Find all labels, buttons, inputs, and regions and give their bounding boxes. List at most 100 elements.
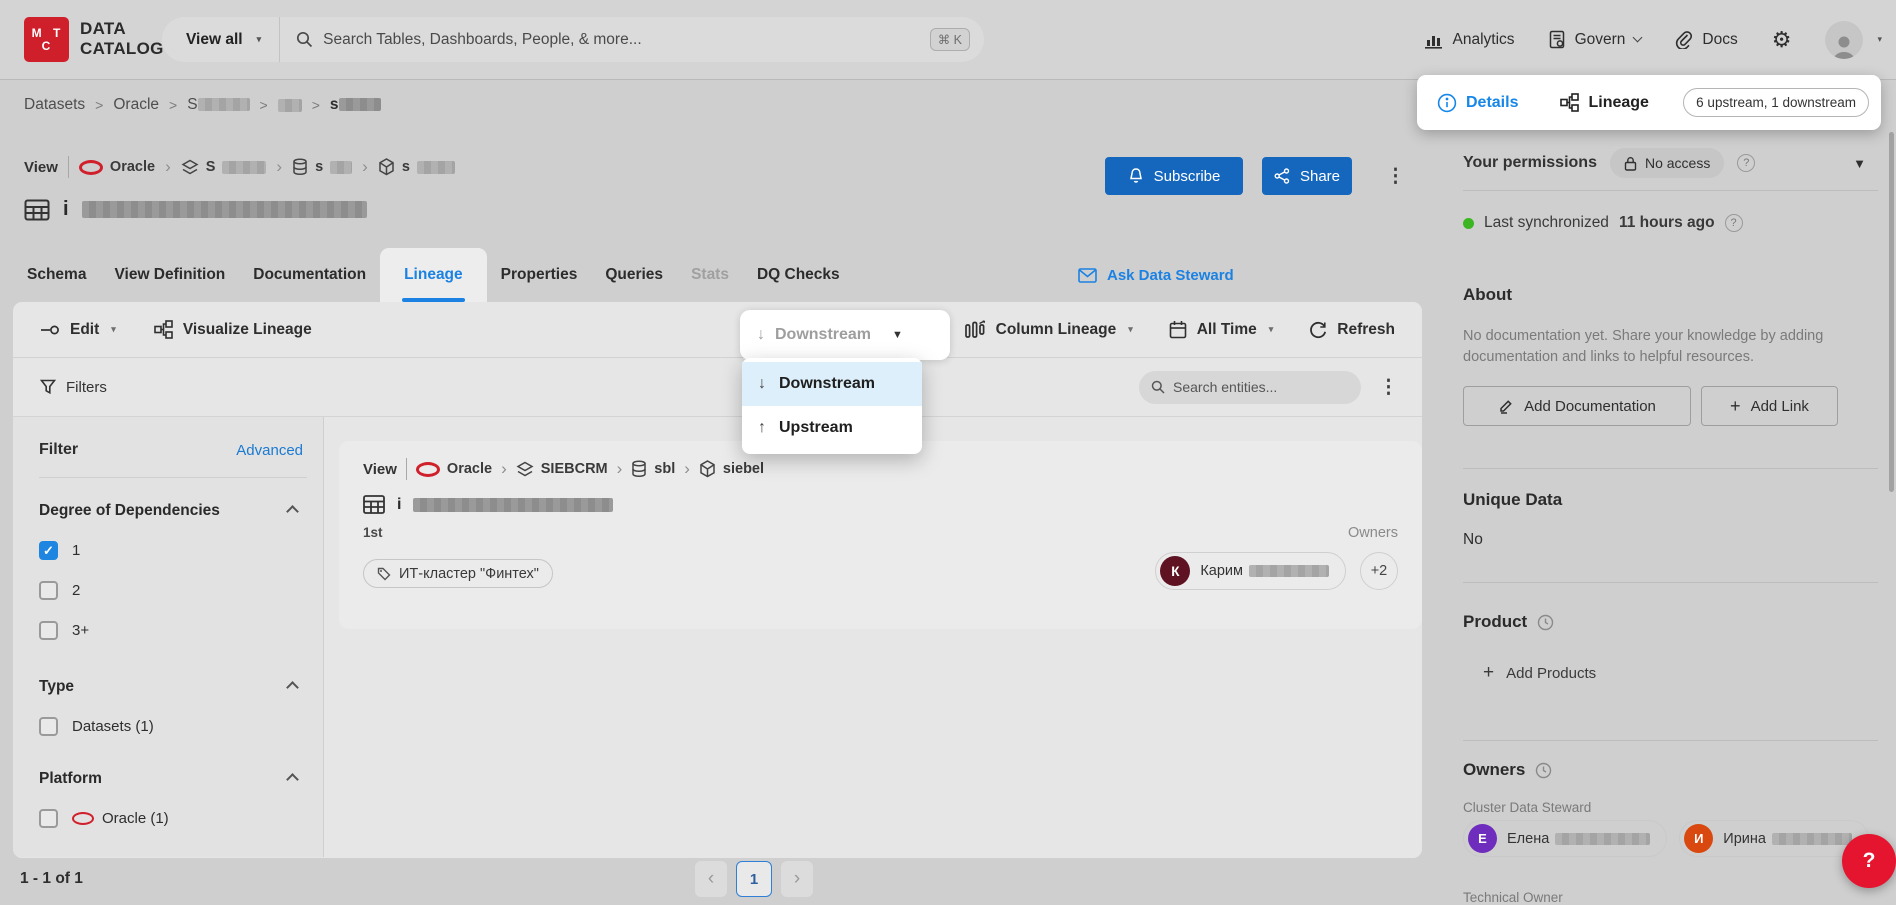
scope-selector[interactable]: View all ▾ — [162, 17, 279, 62]
divider — [1463, 190, 1878, 191]
arrow-down-icon: ↓ — [757, 326, 765, 344]
ask-data-steward-link[interactable]: Ask Data Steward — [1078, 248, 1234, 302]
tab-dq-checks[interactable]: DQ Checks — [743, 248, 854, 302]
filter-option-datasets[interactable]: Datasets (1) — [39, 717, 303, 736]
visualize-lineage-button[interactable]: Visualize Lineage — [154, 320, 312, 339]
current-page-button[interactable]: 1 — [736, 861, 772, 897]
schema-crumb[interactable]: SIEBCRM — [516, 461, 608, 478]
permissions-row[interactable]: Your permissions No access ? ▼ — [1463, 148, 1866, 178]
add-link-button[interactable]: + Add Link — [1701, 386, 1838, 426]
menu-item-downstream[interactable]: ↓ Downstream — [742, 362, 922, 406]
filter-group-type[interactable]: Type — [39, 678, 303, 696]
calendar-icon — [1169, 320, 1187, 339]
lineage-graph-icon — [1560, 93, 1579, 112]
chevron-down-icon: ▼ — [892, 329, 903, 341]
breadcrumb-schema[interactable]: S — [187, 96, 249, 114]
gear-icon[interactable]: ⚙ — [1772, 29, 1792, 51]
nav-docs[interactable]: Docs — [1675, 30, 1737, 49]
advanced-filters-link[interactable]: Advanced — [236, 442, 303, 459]
scrollbar-thumb[interactable] — [1889, 132, 1894, 492]
tab-schema[interactable]: Schema — [13, 248, 100, 302]
chevron-down-icon: ▾ — [1877, 34, 1882, 45]
chevron-separator: › — [362, 157, 368, 177]
tab-lineage[interactable]: Lineage — [380, 248, 487, 302]
tab-documentation[interactable]: Documentation — [239, 248, 380, 302]
subscribe-button[interactable]: Subscribe — [1105, 157, 1243, 195]
nav-analytics[interactable]: Analytics — [1425, 31, 1515, 49]
chevron-up-icon — [286, 773, 299, 786]
tab-view-definition[interactable]: View Definition — [100, 248, 239, 302]
entity-search-input[interactable] — [1173, 379, 1323, 395]
platform-crumb[interactable]: Oracle — [416, 461, 492, 477]
schema-crumb[interactable]: S — [181, 159, 267, 176]
arrow-up-icon: ↑ — [758, 419, 766, 437]
database-crumb[interactable]: s — [292, 158, 352, 176]
node-title[interactable]: i — [363, 495, 1398, 514]
filter-option-degree-2[interactable]: 2 — [39, 581, 303, 600]
help-tooltip-icon[interactable]: ? — [1737, 154, 1755, 172]
owners-title: Owners — [1463, 760, 1866, 780]
avatar: И — [1684, 824, 1713, 853]
filters-button[interactable]: Filters — [40, 379, 107, 396]
app-title: DATA CATALOG — [80, 19, 164, 59]
more-actions-kebab[interactable]: ⋮ — [1386, 165, 1405, 188]
avatar: К — [1160, 556, 1190, 586]
add-documentation-button[interactable]: Add Documentation — [1463, 386, 1691, 426]
share-button[interactable]: Share — [1262, 157, 1352, 195]
status-dot-green — [1463, 218, 1474, 229]
lineage-node-card[interactable]: View Oracle › SIEBCRM — [339, 441, 1422, 629]
checkbox-checked[interactable]: ✓ — [39, 541, 58, 560]
object-crumb[interactable]: siebel — [699, 460, 764, 478]
database-crumb[interactable]: sbl — [631, 460, 675, 478]
product-title: Product — [1463, 612, 1866, 632]
owner-chip[interactable]: К Карим — [1155, 552, 1346, 590]
tab-queries[interactable]: Queries — [591, 248, 677, 302]
cluster-tag[interactable]: ИТ-кластер "Финтех" — [363, 559, 553, 588]
chevron-down-icon: ▾ — [111, 324, 116, 335]
nav-govern[interactable]: Govern — [1549, 30, 1642, 49]
checkbox[interactable] — [39, 717, 58, 736]
more-owners-button[interactable]: +2 — [1360, 552, 1398, 590]
edit-lineage-button[interactable]: Edit ▾ — [40, 321, 116, 339]
filter-option-oracle[interactable]: Oracle (1) — [39, 809, 303, 828]
filters-kebab[interactable]: ⋮ — [1379, 376, 1398, 399]
help-tooltip-icon[interactable]: ? — [1725, 214, 1743, 232]
keyboard-shortcut-badge: ⌘ K — [930, 28, 970, 51]
next-page-button[interactable]: › — [781, 861, 813, 897]
owner-chip[interactable]: И Ирина — [1679, 820, 1869, 857]
filter-option-degree-1[interactable]: ✓ 1 — [39, 541, 303, 560]
details-tab[interactable]: Details — [1437, 93, 1518, 113]
avatar — [1825, 21, 1863, 59]
breadcrumb-oracle[interactable]: Oracle — [113, 96, 159, 114]
breadcrumb-datasets[interactable]: Datasets — [24, 96, 85, 114]
redacted-text — [417, 161, 455, 174]
time-range-button[interactable]: All Time ▾ — [1169, 320, 1274, 339]
tab-properties[interactable]: Properties — [487, 248, 592, 302]
column-lineage-button[interactable]: Column Lineage ▾ — [965, 320, 1133, 339]
refresh-button[interactable]: Refresh — [1309, 321, 1395, 339]
prev-page-button[interactable]: ‹ — [695, 861, 727, 897]
checkbox[interactable] — [39, 809, 58, 828]
add-products-button[interactable]: + Add Products — [1463, 662, 1866, 684]
oracle-logo-icon — [416, 462, 440, 477]
details-sidebar: Your permissions No access ? ▼ Last sync… — [1436, 130, 1896, 905]
help-button[interactable]: ? — [1842, 834, 1896, 888]
mtc-logo[interactable]: М Т С — [24, 17, 69, 62]
user-menu[interactable]: ▾ — [1825, 21, 1882, 59]
owner-chip[interactable]: Е Елена — [1463, 820, 1667, 857]
menu-item-upstream[interactable]: ↑ Upstream — [742, 406, 922, 450]
filter-group-platform[interactable]: Platform — [39, 770, 303, 788]
lineage-tab[interactable]: Lineage — [1560, 93, 1648, 112]
avatar: Е — [1468, 824, 1497, 853]
collapse-caret-icon[interactable]: ▼ — [1853, 156, 1866, 171]
share-icon — [1274, 168, 1290, 184]
checkbox[interactable] — [39, 581, 58, 600]
checkbox[interactable] — [39, 621, 58, 640]
filter-option-degree-3plus[interactable]: 3+ — [39, 621, 303, 640]
filter-group-degree[interactable]: Degree of Dependencies — [39, 502, 303, 520]
object-crumb[interactable]: s — [378, 158, 455, 176]
direction-dropdown-trigger[interactable]: ↓ Downstream ▼ — [740, 310, 950, 360]
chevron-separator: › — [165, 157, 171, 177]
platform-crumb[interactable]: Oracle — [79, 159, 155, 175]
global-search-input[interactable] — [323, 31, 920, 49]
